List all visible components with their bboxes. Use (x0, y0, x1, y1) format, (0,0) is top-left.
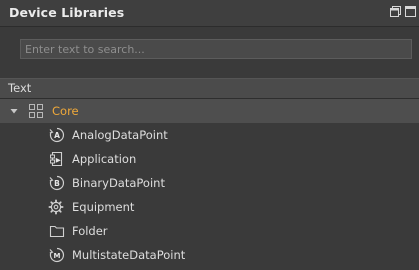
multistate-datapoint-icon: M (49, 247, 65, 263)
svg-text:A: A (54, 131, 60, 140)
column-header-label: Text (8, 81, 32, 95)
svg-text:B: B (54, 179, 60, 188)
column-header-text[interactable]: Text (0, 78, 419, 99)
svg-text:M: M (54, 252, 61, 260)
search-input[interactable] (20, 39, 412, 59)
tree-item-label: Folder (72, 224, 108, 238)
tree-item-equipment[interactable]: Equipment (0, 195, 419, 219)
tree-item-binarydatapoint[interactable]: B BinaryDataPoint (0, 171, 419, 195)
close-panel-icon[interactable] (405, 6, 416, 17)
panel-titlebar: Device Libraries (0, 0, 419, 27)
tree-item-label: Equipment (72, 200, 135, 214)
svg-text:▶: ▶ (56, 156, 61, 164)
panel-title: Device Libraries (9, 5, 125, 20)
tree-item-label: Core (52, 104, 79, 118)
tree-item-label: AnalogDataPoint (72, 128, 168, 142)
grid-icon (29, 104, 43, 118)
tree-item-application[interactable]: ▶ Application (0, 147, 419, 171)
tree-item-folder[interactable]: Folder (0, 219, 419, 243)
application-icon: ▶ (50, 151, 63, 167)
restore-window-icon[interactable] (390, 6, 401, 17)
tree-item-label: BinaryDataPoint (72, 176, 165, 190)
tree-item-core[interactable]: Core (0, 99, 419, 123)
tree-item-label: MultistateDataPoint (72, 248, 186, 262)
expand-arrow-icon[interactable] (10, 107, 18, 115)
equipment-gear-icon (48, 199, 64, 215)
tree-item-label: Application (72, 152, 137, 166)
analog-datapoint-icon: A (49, 127, 65, 143)
tree-item-analogdatapoint[interactable]: A AnalogDataPoint (0, 123, 419, 147)
tree-item-multistatedatapoint[interactable]: M MultistateDataPoint (0, 243, 419, 267)
folder-icon (49, 225, 65, 238)
search-area (0, 27, 419, 71)
binary-datapoint-icon: B (49, 175, 65, 191)
device-libraries-panel: Device Libraries Text Core (0, 0, 419, 270)
